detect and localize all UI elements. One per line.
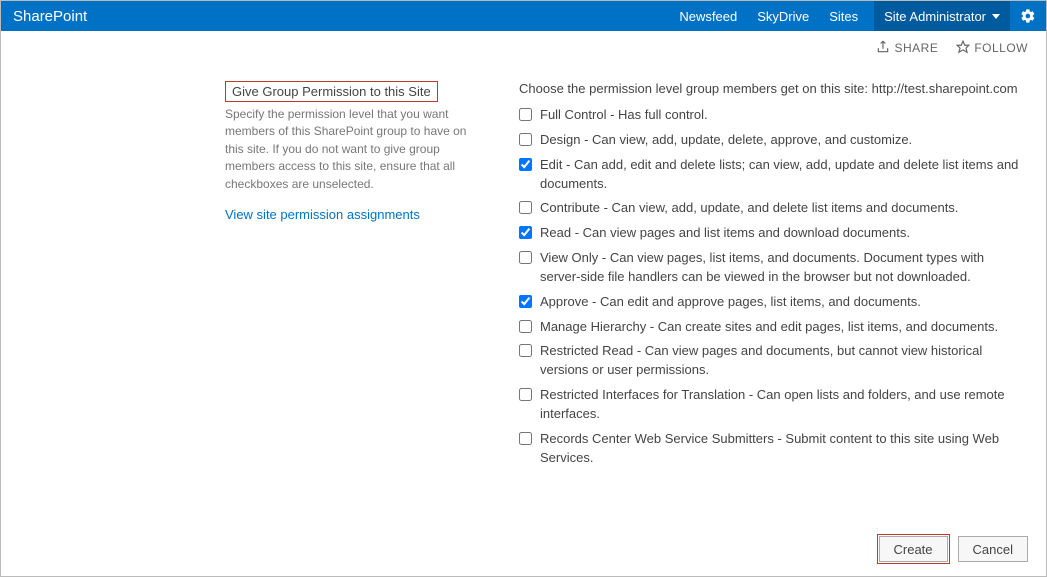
view-assignments-link[interactable]: View site permission assignments bbox=[225, 207, 485, 222]
share-label: SHARE bbox=[894, 41, 938, 55]
footer-buttons: Create Cancel bbox=[1, 526, 1046, 576]
nav-sites[interactable]: Sites bbox=[819, 1, 868, 31]
chevron-down-icon bbox=[992, 14, 1000, 19]
cancel-button[interactable]: Cancel bbox=[958, 536, 1028, 562]
permission-label: Read - Can view pages and list items and… bbox=[540, 224, 910, 243]
permission-row: Records Center Web Service Submitters - … bbox=[519, 430, 1022, 468]
user-label: Site Administrator bbox=[884, 9, 986, 24]
permission-label: Restricted Read - Can view pages and doc… bbox=[540, 342, 1022, 380]
permission-row: Full Control - Has full control. bbox=[519, 106, 1022, 125]
brand-label: SharePoint bbox=[13, 8, 87, 25]
permission-checkbox[interactable] bbox=[519, 251, 532, 264]
permission-label: Full Control - Has full control. bbox=[540, 106, 708, 125]
permission-checkbox[interactable] bbox=[519, 388, 532, 401]
app-window: SharePoint Newsfeed SkyDrive Sites Site … bbox=[0, 0, 1047, 577]
share-icon bbox=[876, 40, 890, 57]
permission-label: Records Center Web Service Submitters - … bbox=[540, 430, 1022, 468]
star-icon bbox=[956, 40, 970, 57]
section-description: Specify the permission level that you wa… bbox=[225, 106, 485, 193]
permission-row: Contribute - Can view, add, update, and … bbox=[519, 199, 1022, 218]
top-nav: Newsfeed SkyDrive Sites Site Administrat… bbox=[669, 1, 1036, 31]
follow-action[interactable]: FOLLOW bbox=[956, 40, 1028, 57]
create-button[interactable]: Create bbox=[879, 536, 948, 562]
permission-checkbox[interactable] bbox=[519, 432, 532, 445]
right-column: Choose the permission level group member… bbox=[509, 81, 1022, 514]
permission-row: Approve - Can edit and approve pages, li… bbox=[519, 293, 1022, 312]
permission-label: Approve - Can edit and approve pages, li… bbox=[540, 293, 921, 312]
permission-checkbox[interactable] bbox=[519, 108, 532, 121]
nav-newsfeed[interactable]: Newsfeed bbox=[669, 1, 747, 31]
permission-row: View Only - Can view pages, list items, … bbox=[519, 249, 1022, 287]
nav-skydrive[interactable]: SkyDrive bbox=[747, 1, 819, 31]
permission-row: Read - Can view pages and list items and… bbox=[519, 224, 1022, 243]
permission-label: Contribute - Can view, add, update, and … bbox=[540, 199, 958, 218]
permission-row: Manage Hierarchy - Can create sites and … bbox=[519, 318, 1022, 337]
permission-row: Design - Can view, add, update, delete, … bbox=[519, 131, 1022, 150]
permission-row: Restricted Interfaces for Translation - … bbox=[519, 386, 1022, 424]
permission-checkbox[interactable] bbox=[519, 320, 532, 333]
action-bar: SHARE FOLLOW bbox=[1, 31, 1046, 65]
share-action[interactable]: SHARE bbox=[876, 40, 938, 57]
permission-checkbox[interactable] bbox=[519, 158, 532, 171]
user-menu[interactable]: Site Administrator bbox=[874, 1, 1010, 31]
follow-label: FOLLOW bbox=[974, 41, 1028, 55]
permission-row: Edit - Can add, edit and delete lists; c… bbox=[519, 156, 1022, 194]
permission-list: Full Control - Has full control. Design -… bbox=[519, 106, 1022, 468]
permission-label: Restricted Interfaces for Translation - … bbox=[540, 386, 1022, 424]
permission-checkbox[interactable] bbox=[519, 133, 532, 146]
gear-icon[interactable] bbox=[1020, 1, 1036, 31]
content-area: Give Group Permission to this Site Speci… bbox=[1, 65, 1046, 526]
permission-checkbox[interactable] bbox=[519, 201, 532, 214]
section-title: Give Group Permission to this Site bbox=[225, 81, 438, 102]
permission-label: Design - Can view, add, update, delete, … bbox=[540, 131, 912, 150]
permission-prompt: Choose the permission level group member… bbox=[519, 81, 1022, 96]
top-bar: SharePoint Newsfeed SkyDrive Sites Site … bbox=[1, 1, 1046, 31]
permission-row: Restricted Read - Can view pages and doc… bbox=[519, 342, 1022, 380]
permission-label: View Only - Can view pages, list items, … bbox=[540, 249, 1022, 287]
permission-checkbox[interactable] bbox=[519, 344, 532, 357]
permission-label: Manage Hierarchy - Can create sites and … bbox=[540, 318, 998, 337]
permission-checkbox[interactable] bbox=[519, 295, 532, 308]
left-column: Give Group Permission to this Site Speci… bbox=[225, 81, 509, 514]
permission-checkbox[interactable] bbox=[519, 226, 532, 239]
permission-label: Edit - Can add, edit and delete lists; c… bbox=[540, 156, 1022, 194]
